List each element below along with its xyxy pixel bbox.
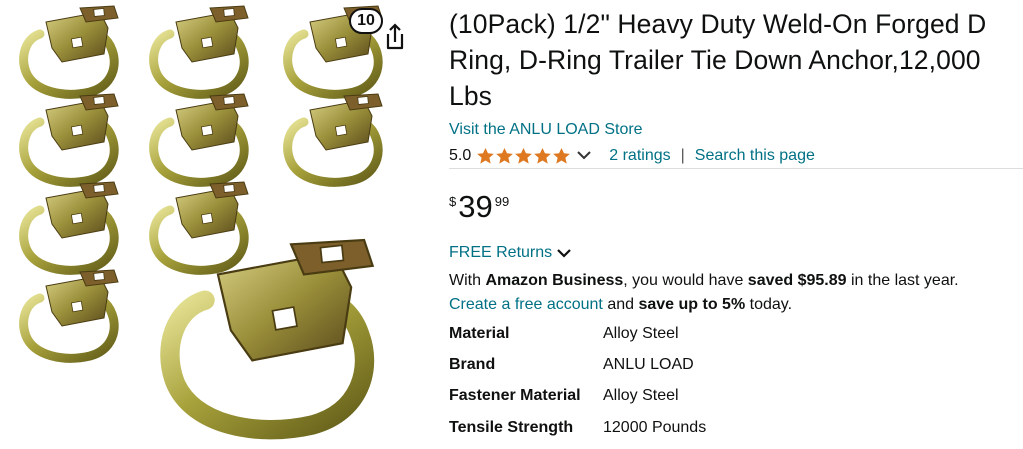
business-signup-line: Create a free account and save up to 5% … xyxy=(449,293,1023,317)
biz-text: With xyxy=(449,272,486,289)
pack-count-label: 10 xyxy=(357,12,375,29)
spec-row: Material Alloy Steel xyxy=(449,325,949,355)
product-image-gallery[interactable]: 10 xyxy=(0,0,440,442)
price-symbol: $ xyxy=(449,194,457,209)
spec-value: 12000 Pounds xyxy=(603,419,707,436)
spec-key: Fastener Material xyxy=(449,387,581,404)
biz-saved: saved $95.89 xyxy=(747,272,847,289)
pack-count-badge: 10 xyxy=(349,8,383,34)
spec-row: Brand ANLU LOAD xyxy=(449,356,949,386)
price-fraction: 99 xyxy=(494,194,510,209)
create-account-link[interactable]: Create a free account xyxy=(449,296,603,313)
spec-key: Material xyxy=(449,325,510,342)
product-title: (10Pack) 1/2" Heavy Duty Weld-On Forged … xyxy=(449,9,987,111)
biz-bold: Amazon Business xyxy=(485,272,624,289)
amazon-business-offer: With Amazon Business, you would have sav… xyxy=(449,269,1023,317)
biz-text: and xyxy=(602,296,639,313)
biz-bold: save up to 5% xyxy=(638,296,746,313)
spec-value: ANLU LOAD xyxy=(603,356,694,373)
rating-row: 5.0 2 ratings | Search this page xyxy=(449,145,1023,167)
share-icon[interactable] xyxy=(380,20,410,52)
star-icon xyxy=(534,147,552,164)
spec-row: Tensile Strength 12000 Pounds xyxy=(449,419,949,449)
spec-key: Tensile Strength xyxy=(449,419,574,436)
star-icon xyxy=(477,147,495,164)
free-returns-label[interactable]: FREE Returns xyxy=(449,244,552,262)
separator: | xyxy=(680,147,685,164)
biz-text: today. xyxy=(745,296,793,313)
price: $ 39 99 xyxy=(449,188,509,226)
chevron-down-icon[interactable] xyxy=(577,147,591,165)
free-returns-link[interactable]: FREE Returns xyxy=(449,244,571,262)
star-icon xyxy=(496,147,514,164)
spec-value: Alloy Steel xyxy=(603,387,679,404)
star-icon xyxy=(553,147,571,164)
star-rating[interactable] xyxy=(476,147,571,165)
biz-text: in the last year. xyxy=(846,272,959,289)
biz-text: , you would have xyxy=(623,272,748,289)
share-button[interactable] xyxy=(380,20,410,52)
divider xyxy=(449,168,1023,169)
spec-value: Alloy Steel xyxy=(603,325,679,342)
store-link[interactable]: Visit the ANLU LOAD Store xyxy=(449,121,643,139)
business-savings-line: With Amazon Business, you would have sav… xyxy=(449,269,1023,293)
spec-row: Fastener Material Alloy Steel xyxy=(449,387,949,417)
price-whole: 39 xyxy=(458,189,493,224)
spec-key: Brand xyxy=(449,356,496,373)
search-page-link[interactable]: Search this page xyxy=(695,147,815,165)
chevron-down-icon[interactable] xyxy=(557,248,571,258)
rating-value: 5.0 xyxy=(449,147,472,164)
star-icon xyxy=(515,147,533,164)
ratings-count-link[interactable]: 2 ratings xyxy=(609,147,670,165)
product-image[interactable] xyxy=(0,0,440,442)
